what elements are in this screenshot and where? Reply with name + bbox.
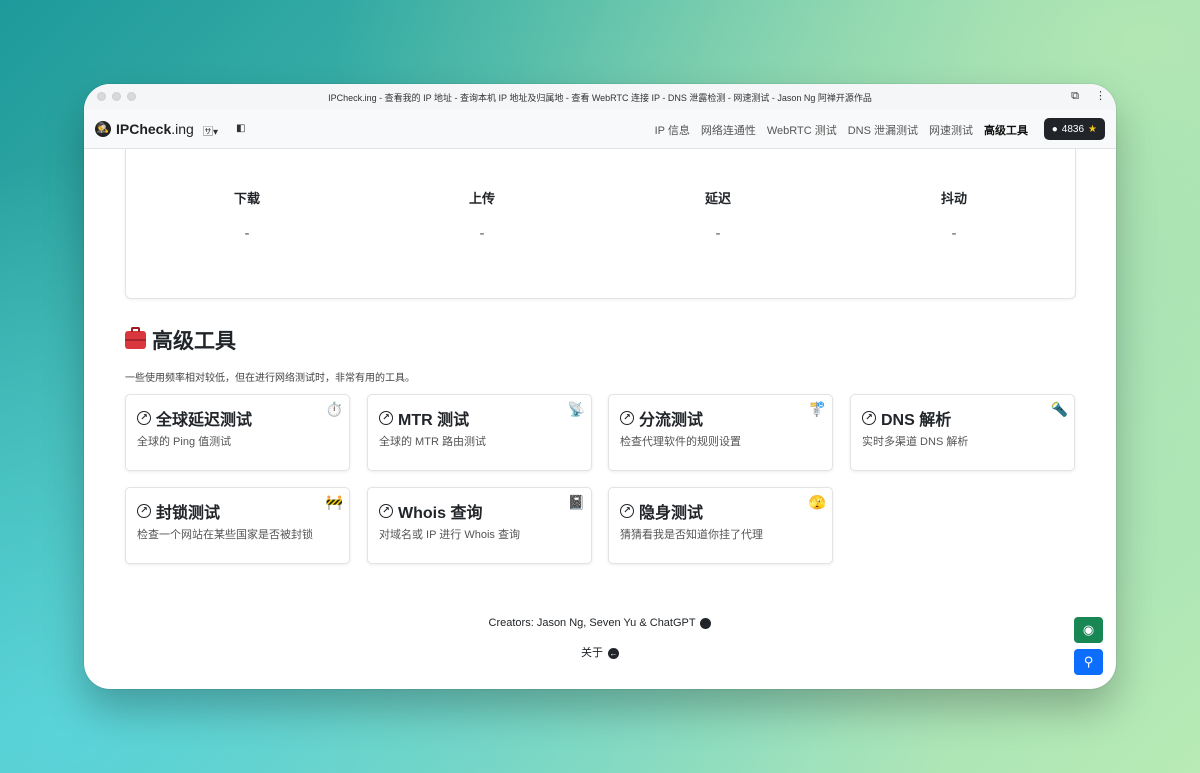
speedtest-card: 下载 - 上传 - 延迟 - 抖动 - xyxy=(125,149,1076,299)
github-icon: ● xyxy=(1051,123,1058,135)
peeking-face-icon: 🫣 xyxy=(808,494,826,510)
creators-text: Creators: Jason Ng, Seven Yu & ChatGPT xyxy=(488,617,696,629)
bus-stop-icon: 🚏 xyxy=(808,401,826,417)
metric-label: 抖动 xyxy=(940,191,967,206)
tool-description: 全球的 Ping 值测试 xyxy=(137,436,232,448)
language-switch-icon[interactable]: 🈂▾ xyxy=(203,123,218,138)
tool-title: 分流测试 xyxy=(639,412,704,429)
tool-title: Whois 查询 xyxy=(398,505,483,522)
tool-card-mtr-test[interactable]: ↗ MTR 测试 全球的 MTR 路由测试 📡 xyxy=(367,394,592,471)
notebook-icon: 📓 xyxy=(567,494,585,510)
tool-title: DNS 解析 xyxy=(881,412,952,429)
tool-description: 实时多渠道 DNS 解析 xyxy=(862,436,969,448)
toolbox-icon xyxy=(125,327,146,349)
star-icon: ★ xyxy=(1088,123,1097,135)
section-title-text: 高级工具 xyxy=(152,330,236,353)
page-content: 下载 - 上传 - 延迟 - 抖动 - 高级工具 一些使用频率相对较低，但在进行… xyxy=(84,149,1116,689)
flashlight-icon: 🔦 xyxy=(1050,401,1068,417)
tool-title: 隐身测试 xyxy=(639,505,704,522)
tool-title: 封锁测试 xyxy=(156,505,221,522)
github-icon[interactable] xyxy=(700,617,712,629)
nav-webrtc-test[interactable]: WebRTC 测试 xyxy=(767,122,837,138)
construction-icon: 🚧 xyxy=(325,494,343,510)
satellite-dish-icon: 📡 xyxy=(567,401,585,417)
section-description: 一些使用频率相对较低，但在进行网络测试时，非常有用的工具。 xyxy=(125,373,415,384)
extensions-icon[interactable]: ⧉ xyxy=(1071,89,1079,103)
about-link[interactable]: 关于 xyxy=(581,647,603,659)
navbar: 🕵 IPCheck.ing 🈂▾ ◧ IP 信息 网络连通性 WebRTC 测试… xyxy=(84,110,1116,149)
nav-speed-test[interactable]: 网速测试 xyxy=(929,122,973,138)
nav-advanced-tools[interactable]: 高级工具 xyxy=(984,122,1028,138)
nav-dns-leak-test[interactable]: DNS 泄漏测试 xyxy=(848,122,918,138)
stopwatch-icon: ⏱️ xyxy=(325,401,343,417)
metric-value: - xyxy=(715,225,721,242)
theme-toggle-icon[interactable]: ◧ xyxy=(236,123,245,134)
tool-card-dns-resolver[interactable]: ↗ DNS 解析 实时多渠道 DNS 解析 🔦 xyxy=(850,394,1075,471)
metric-label: 延迟 xyxy=(704,191,731,206)
tool-title: MTR 测试 xyxy=(398,412,470,429)
arrow-up-right-circle-icon: ↗ xyxy=(379,504,393,518)
nav-connectivity[interactable]: 网络连通性 xyxy=(701,122,756,138)
footer-about[interactable]: 关于 ← xyxy=(84,644,1116,660)
arrow-up-right-circle-icon: ↗ xyxy=(620,504,634,518)
tool-card-global-latency[interactable]: ↗ 全球延迟测试 全球的 Ping 值测试 ⏱️ xyxy=(125,394,350,471)
arrow-up-right-circle-icon: ↗ xyxy=(862,411,876,425)
metric-value: - xyxy=(951,225,957,242)
brand[interactable]: 🕵 IPCheck.ing xyxy=(95,121,194,137)
more-menu-icon[interactable]: ⋮ xyxy=(1095,89,1106,103)
metric-value: - xyxy=(479,225,485,242)
tool-card-invisibility-test[interactable]: ↗ 隐身测试 猜猜看我是否知道你挂了代理 🫣 xyxy=(608,487,833,564)
section-title: 高级工具 xyxy=(125,325,236,355)
window-titlebar: IPCheck.ing - 查看我的 IP 地址 - 查询本机 IP 地址及归属… xyxy=(84,84,1116,110)
arrow-up-right-circle-icon: ↗ xyxy=(137,504,151,518)
tool-card-rule-test[interactable]: ↗ 分流测试 检查代理软件的规则设置 🚏 xyxy=(608,394,833,471)
github-stars-button[interactable]: ● 4836 ★ xyxy=(1043,118,1105,140)
search-icon: ⚲ xyxy=(1083,654,1094,669)
eye-icon: ◉ xyxy=(1082,622,1095,637)
arrow-up-right-circle-icon: ↗ xyxy=(137,411,151,425)
tool-title: 全球延迟测试 xyxy=(156,412,253,429)
github-star-count: 4836 xyxy=(1061,123,1085,135)
metric-value: - xyxy=(244,225,250,242)
tool-description: 全球的 MTR 路由测试 xyxy=(379,436,486,448)
metric-jitter: 抖动 - xyxy=(904,188,1004,242)
arrow-up-right-circle-icon: ↗ xyxy=(379,411,393,425)
metric-label: 上传 xyxy=(468,191,495,206)
tool-description: 检查一个网站在某些国家是否被封锁 xyxy=(137,529,313,541)
tool-description: 猜猜看我是否知道你挂了代理 xyxy=(620,529,763,541)
brand-name: IPCheck.ing xyxy=(116,121,194,137)
spy-icon: 🕵 xyxy=(95,121,111,137)
arrow-left-circle-icon: ← xyxy=(608,647,620,659)
tool-card-censorship-check[interactable]: ↗ 封锁测试 检查一个网站在某些国家是否被封锁 🚧 xyxy=(125,487,350,564)
search-button[interactable]: ⚲ xyxy=(1074,649,1103,675)
eye-toggle-button[interactable]: ◉ xyxy=(1074,617,1103,643)
tool-card-whois[interactable]: ↗ Whois 查询 对域名或 IP 进行 Whois 查询 📓 xyxy=(367,487,592,564)
arrow-up-right-circle-icon: ↗ xyxy=(620,411,634,425)
tool-description: 检查代理软件的规则设置 xyxy=(620,436,741,448)
browser-window: IPCheck.ing - 查看我的 IP 地址 - 查询本机 IP 地址及归属… xyxy=(84,84,1116,689)
metric-latency: 延迟 - xyxy=(668,188,768,242)
metric-label: 下载 xyxy=(233,191,260,206)
metric-download: 下载 - xyxy=(197,188,297,242)
window-title: IPCheck.ing - 查看我的 IP 地址 - 查询本机 IP 地址及归属… xyxy=(328,93,872,103)
footer-creators: Creators: Jason Ng, Seven Yu & ChatGPT xyxy=(84,617,1116,629)
nav-ip-info[interactable]: IP 信息 xyxy=(655,122,690,138)
tool-description: 对域名或 IP 进行 Whois 查询 xyxy=(379,529,520,541)
metric-upload: 上传 - xyxy=(432,188,532,242)
nav-links: IP 信息 网络连通性 WebRTC 测试 DNS 泄漏测试 网速测试 高级工具 xyxy=(655,122,1028,138)
